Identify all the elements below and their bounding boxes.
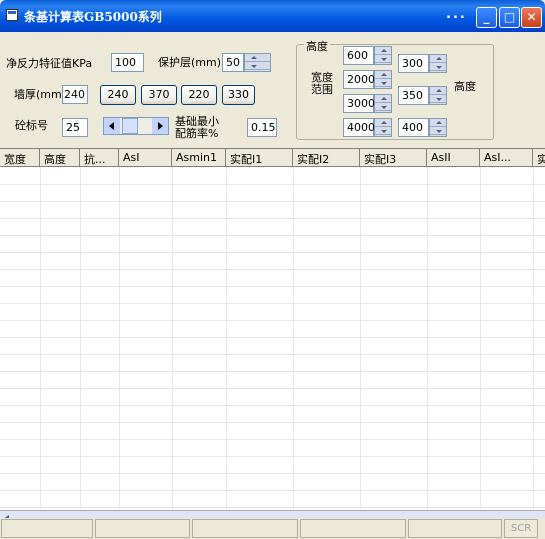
width-label-2: 范围 [311, 83, 333, 96]
grid-col-line [533, 167, 534, 510]
width-spinner-3[interactable] [374, 94, 392, 113]
height-input-2[interactable]: 350 [398, 86, 429, 105]
wall-220-button[interactable]: 220 [181, 85, 217, 105]
grid-row-line [0, 456, 545, 457]
min-ratio-input[interactable]: 0.15 [247, 118, 277, 137]
grid-row-line [0, 490, 545, 491]
col-header[interactable]: AsI [119, 149, 172, 166]
grid-col-line [119, 167, 120, 510]
grid-col-line [480, 167, 481, 510]
extra-menu-dots[interactable]: ... [446, 7, 467, 22]
col-header[interactable]: 高度 [40, 149, 80, 166]
bearing-label: 净反力特征值KPa [6, 57, 93, 70]
app-icon[interactable] [6, 9, 18, 21]
grid-row-line [0, 354, 545, 355]
minimize-button[interactable]: _ [476, 7, 497, 28]
scroll-left-icon[interactable] [104, 118, 120, 134]
grid-col-line [293, 167, 294, 510]
col-header[interactable]: 宽度 [0, 149, 40, 166]
grid-row-line [0, 439, 545, 440]
grid-row-line [0, 201, 545, 202]
wall-370-button[interactable]: 370 [141, 85, 177, 105]
close-button[interactable]: ✕ [521, 7, 542, 28]
status-bar: SCR [0, 518, 545, 539]
col-header[interactable]: 实配I1 [226, 149, 293, 166]
status-panel [300, 519, 406, 538]
height-spinner-2[interactable] [429, 86, 447, 105]
width-input-1[interactable]: 600 [343, 46, 374, 65]
min-ratio-label-2: 配筋率% [175, 127, 219, 140]
col-header[interactable]: AsII [427, 149, 480, 166]
grid-row-line [0, 405, 545, 406]
cover-spinner[interactable] [244, 53, 271, 72]
status-panel-scr: SCR [504, 519, 538, 538]
concrete-scrollbar[interactable] [103, 117, 169, 135]
width-input-3[interactable]: 3000 [343, 94, 375, 113]
concrete-input[interactable]: 25 [62, 118, 88, 137]
width-input-4[interactable]: 4000 [343, 118, 375, 137]
grid-row-line [0, 184, 545, 185]
maximize-button[interactable]: □ [499, 7, 520, 28]
bearing-input[interactable]: 100 [111, 53, 144, 72]
title-bar[interactable]: 条基计算表GB5000系列 ... _ □ ✕ [0, 0, 545, 32]
col-header[interactable]: 实配I3 [360, 149, 427, 166]
grid-row-line [0, 269, 545, 270]
grid-row-line [0, 286, 545, 287]
cover-input[interactable]: 50 [222, 53, 244, 72]
width-spinner-1[interactable] [374, 46, 392, 65]
col-header[interactable]: 抗... [80, 149, 119, 166]
grid-row-line [0, 507, 545, 508]
status-panel [408, 519, 502, 538]
grid-header: 宽度 高度 抗... AsI Asmin1 实配I1 实配I2 实配I3 AsI… [0, 149, 545, 167]
grid-row-line [0, 303, 545, 304]
cover-label: 保护层(mm) [158, 56, 222, 69]
col-header[interactable]: 实 [533, 149, 545, 166]
grid-horizontal-scrollbar[interactable] [0, 510, 545, 520]
concrete-label: 砼标号 [15, 119, 48, 132]
range-group-title: 高度 [304, 38, 330, 54]
height-input-1[interactable]: 300 [398, 54, 429, 73]
grid-col-line [40, 167, 41, 510]
grid-row-line [0, 371, 545, 372]
height-spinner-3[interactable] [429, 118, 447, 137]
grid-body[interactable] [0, 167, 545, 510]
scroll-right-icon[interactable] [152, 118, 168, 134]
scroll-left-icon[interactable] [2, 511, 12, 520]
grid-col-line [226, 167, 227, 510]
grid-row-line [0, 388, 545, 389]
status-panel [1, 519, 93, 538]
grid-row-line [0, 473, 545, 474]
height-input-3[interactable]: 400 [398, 118, 429, 137]
wall-330-button[interactable]: 330 [222, 85, 255, 105]
height-label: 高度 [454, 80, 476, 93]
status-panel [192, 519, 298, 538]
grid-col-line [172, 167, 173, 510]
grid-col-line [360, 167, 361, 510]
col-header[interactable]: Asmin1 [172, 149, 226, 166]
grid-row-line [0, 422, 545, 423]
wall-240-button[interactable]: 240 [100, 85, 136, 105]
status-panel [95, 519, 190, 538]
wall-label: 墙厚(mm) [14, 88, 67, 101]
window-title: 条基计算表GB5000系列 [24, 10, 162, 24]
width-spinner-4[interactable] [374, 118, 392, 137]
grid-row-line [0, 337, 545, 338]
col-header[interactable]: AsI... [480, 149, 533, 166]
grid-row-line [0, 252, 545, 253]
grid-row-line [0, 218, 545, 219]
grid-col-line [427, 167, 428, 510]
grid-row-line [0, 235, 545, 236]
col-header[interactable]: 实配I2 [293, 149, 360, 166]
wall-input[interactable]: 240 [62, 85, 88, 104]
results-grid[interactable]: 宽度 高度 抗... AsI Asmin1 实配I1 实配I2 实配I3 AsI… [0, 148, 545, 510]
scroll-thumb[interactable] [122, 118, 138, 134]
width-input-2[interactable]: 2000 [343, 70, 375, 89]
height-spinner-1[interactable] [429, 54, 447, 73]
grid-col-line [80, 167, 81, 510]
min-ratio-label-1: 基础最小 [175, 115, 219, 128]
width-spinner-2[interactable] [374, 70, 392, 89]
grid-row-line [0, 320, 545, 321]
